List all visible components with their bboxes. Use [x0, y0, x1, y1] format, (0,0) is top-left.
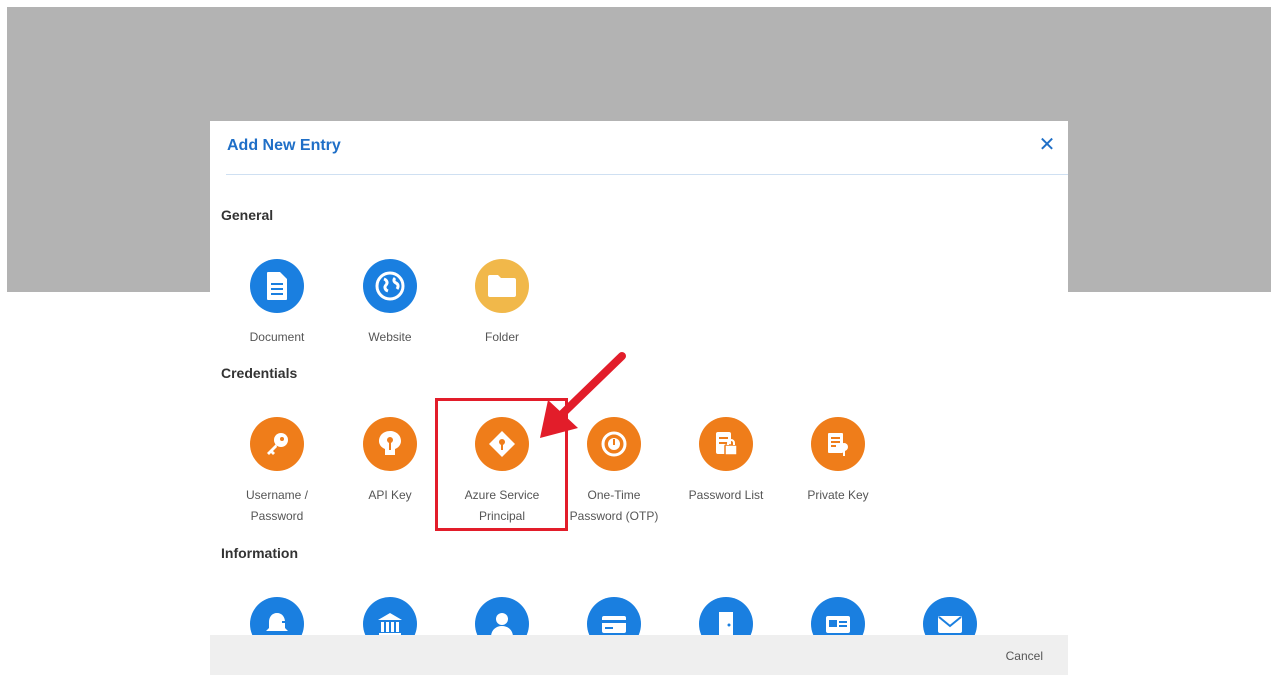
dialog-footer: Cancel: [210, 635, 1068, 675]
entry-password-list[interactable]: Password List: [676, 417, 776, 506]
key-icon: [250, 417, 304, 471]
entry-label-line1: Username /: [245, 488, 309, 502]
entry-label: Username / Password: [227, 485, 327, 527]
annotation-arrow-icon: [540, 352, 626, 438]
entry-label-line2: Password: [250, 509, 304, 523]
entry-label-line1: Password List: [688, 488, 764, 502]
section-title-information: Information: [221, 545, 298, 561]
entry-label-line1: One-Time: [587, 488, 641, 502]
globe-icon: [363, 259, 417, 313]
entry-website[interactable]: Website: [340, 259, 440, 348]
entry-label: Private Key: [788, 485, 888, 506]
entry-label: One-Time Password (OTP): [564, 485, 664, 527]
entry-api-key[interactable]: API Key: [340, 417, 440, 506]
entry-label: Document: [249, 330, 305, 344]
entry-label-line2: Password (OTP): [569, 509, 659, 523]
document-icon: [250, 259, 304, 313]
entry-label: API Key: [340, 485, 440, 506]
entry-label-line1: Private Key: [807, 488, 869, 502]
entry-label: Password List: [676, 485, 776, 506]
section-title-credentials: Credentials: [221, 365, 298, 381]
close-icon[interactable]: ✕: [1036, 134, 1058, 156]
dialog-title: Add New Entry: [227, 137, 341, 154]
entry-private-key[interactable]: Private Key: [788, 417, 888, 506]
entry-label-line1: API Key: [368, 488, 412, 502]
entry-label: Website: [368, 330, 412, 344]
cancel-button[interactable]: Cancel: [1006, 649, 1043, 663]
password-list-icon: [699, 417, 753, 471]
entry-folder[interactable]: Folder: [452, 259, 552, 348]
api-key-icon: [363, 417, 417, 471]
private-key-icon: [811, 417, 865, 471]
entry-username-password[interactable]: Username / Password: [227, 417, 327, 527]
entry-document[interactable]: Document: [227, 259, 327, 348]
folder-icon: [475, 259, 529, 313]
header-divider: [226, 174, 1068, 175]
section-title-general: General: [221, 207, 274, 223]
